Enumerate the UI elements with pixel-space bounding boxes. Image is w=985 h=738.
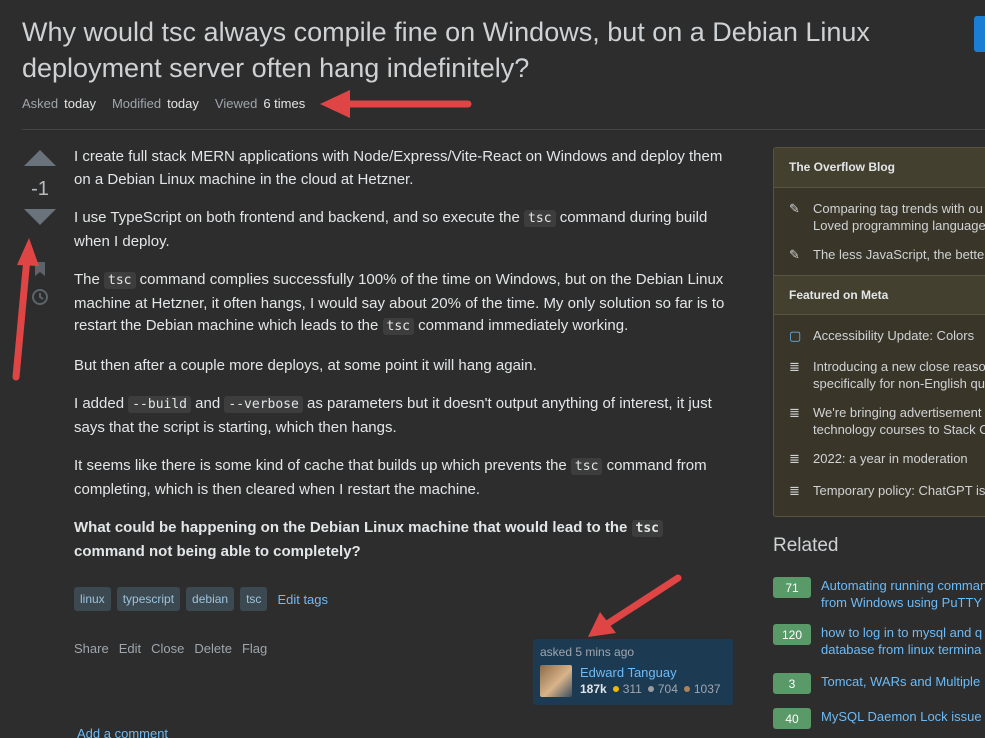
modified-value[interactable]: today xyxy=(167,96,199,111)
question-body: I create full stack MERN applications wi… xyxy=(74,146,734,579)
asked-value: today xyxy=(64,96,96,111)
body-paragraph-question: What could be happening on the Debian Li… xyxy=(74,517,734,563)
body-paragraph: I create full stack MERN applications wi… xyxy=(74,148,723,188)
related-item[interactable]: 120 how to log in to mysql and q database… xyxy=(773,624,985,658)
related-score: 40 xyxy=(773,708,811,729)
related-score: 71 xyxy=(773,577,811,598)
inline-code: tsc xyxy=(570,458,603,475)
upvote-button[interactable] xyxy=(24,150,56,166)
pencil-icon: ✎ xyxy=(789,247,800,262)
bronze-badge-count: 1037 xyxy=(693,682,721,696)
question-meta: Asked today Modified today Viewed 6 times xyxy=(22,96,305,111)
share-link[interactable]: Share xyxy=(74,641,109,656)
close-link[interactable]: Close xyxy=(151,641,184,656)
meta-item[interactable]: ≣ Temporary policy: ChatGPT is xyxy=(774,482,985,499)
gold-badge-count: 311 xyxy=(622,682,642,696)
body-paragraph: I use TypeScript on both frontend and ba… xyxy=(74,209,708,250)
asked-label: Asked xyxy=(22,96,59,111)
stack-logo-icon: ≣ xyxy=(789,483,800,498)
divider xyxy=(22,129,985,130)
silver-badge-count: 704 xyxy=(657,682,678,696)
user-name-link[interactable]: Edward Tanguay xyxy=(580,665,721,680)
meta-item[interactable]: ≣ We're bringing advertisement technology … xyxy=(774,404,985,438)
related-item[interactable]: 40 MySQL Daemon Lock issue xyxy=(773,708,985,729)
body-paragraph: I added --build and --verbose as paramet… xyxy=(74,395,712,436)
body-paragraph: The tsc command complies successfully 10… xyxy=(74,271,725,335)
blog-item[interactable]: ✎ Comparing tag trends with ou Loved progr… xyxy=(774,200,985,234)
annotation-arrow-vote xyxy=(12,254,31,381)
related-heading: Related xyxy=(773,535,839,556)
post-menu: Share Edit Close Delete Flag xyxy=(74,641,267,656)
annotation-arrowhead-user xyxy=(588,612,616,637)
tag-linux[interactable]: linux xyxy=(74,587,111,611)
flag-link[interactable]: Flag xyxy=(242,641,267,656)
related-item[interactable]: 71 Automating running comman from Windows… xyxy=(773,577,985,611)
chat-bubble-icon: ▢ xyxy=(789,328,802,343)
tag-debian[interactable]: debian xyxy=(186,587,235,611)
reputation: 187k xyxy=(580,682,607,696)
delete-link[interactable]: Delete xyxy=(194,641,232,656)
edit-tags-link[interactable]: Edit tags xyxy=(277,592,328,607)
downvote-button[interactable] xyxy=(24,209,56,225)
edit-link[interactable]: Edit xyxy=(119,641,141,656)
ask-question-button[interactable] xyxy=(974,16,985,52)
inline-code: tsc xyxy=(382,318,414,335)
blog-heading: The Overflow Blog xyxy=(774,148,985,188)
user-stats: 187k 311 704 1037 xyxy=(580,682,721,696)
page-title: Why would tsc always compile fine on Win… xyxy=(22,17,870,83)
inline-code: --verbose xyxy=(224,396,303,413)
history-icon[interactable] xyxy=(31,288,49,306)
inline-code: --build xyxy=(128,396,192,413)
owner-card: asked 5 mins ago Edward Tanguay 187k 311… xyxy=(533,639,733,705)
meta-item[interactable]: ≣ 2022: a year in moderation xyxy=(774,450,985,467)
silver-badge-icon xyxy=(647,686,654,692)
blog-item[interactable]: ✎ The less JavaScript, the better xyxy=(774,246,985,263)
annotation-arrowhead-viewed xyxy=(320,90,350,118)
stack-logo-icon: ≣ xyxy=(789,405,800,420)
sidebar-widget: The Overflow Blog ✎ Comparing tag trends … xyxy=(773,147,985,517)
modified-label: Modified xyxy=(111,96,162,111)
related-score: 3 xyxy=(773,673,811,694)
related-item[interactable]: 3 Tomcat, WARs and Multiple xyxy=(773,673,985,694)
bronze-badge-icon xyxy=(683,686,690,692)
inline-code: tsc xyxy=(104,272,136,289)
stack-logo-icon: ≣ xyxy=(789,359,800,374)
vote-panel: -1 xyxy=(22,150,60,225)
meta-item[interactable]: ≣ Introducing a new close reaso specifical… xyxy=(774,358,985,392)
body-paragraph: But then after a couple more deploys, at… xyxy=(74,356,537,374)
bookmark-icon[interactable] xyxy=(34,262,46,276)
related-score: 120 xyxy=(773,624,811,645)
pencil-icon: ✎ xyxy=(789,201,800,216)
inline-code: tsc xyxy=(631,520,663,537)
meta-heading: Featured on Meta xyxy=(774,275,985,315)
body-paragraph: It seems like there is some kind of cach… xyxy=(74,457,707,498)
stack-logo-icon: ≣ xyxy=(789,451,800,466)
asked-time: asked 5 mins ago xyxy=(540,645,635,659)
tag-tsc[interactable]: tsc xyxy=(240,587,268,611)
viewed-value: 6 times xyxy=(263,96,306,111)
viewed-label: Viewed xyxy=(214,96,258,111)
inline-code: tsc xyxy=(524,210,556,227)
add-comment-link[interactable]: Add a comment xyxy=(77,726,168,738)
annotation-arrow-user xyxy=(600,574,682,630)
avatar[interactable] xyxy=(540,665,572,697)
gold-badge-icon xyxy=(612,686,619,692)
tag-typescript[interactable]: typescript xyxy=(116,587,181,611)
tag-list: linux typescript debian tsc Edit tags xyxy=(74,587,328,611)
vote-count: -1 xyxy=(31,178,49,200)
meta-item[interactable]: ▢ Accessibility Update: Colors xyxy=(774,327,985,344)
